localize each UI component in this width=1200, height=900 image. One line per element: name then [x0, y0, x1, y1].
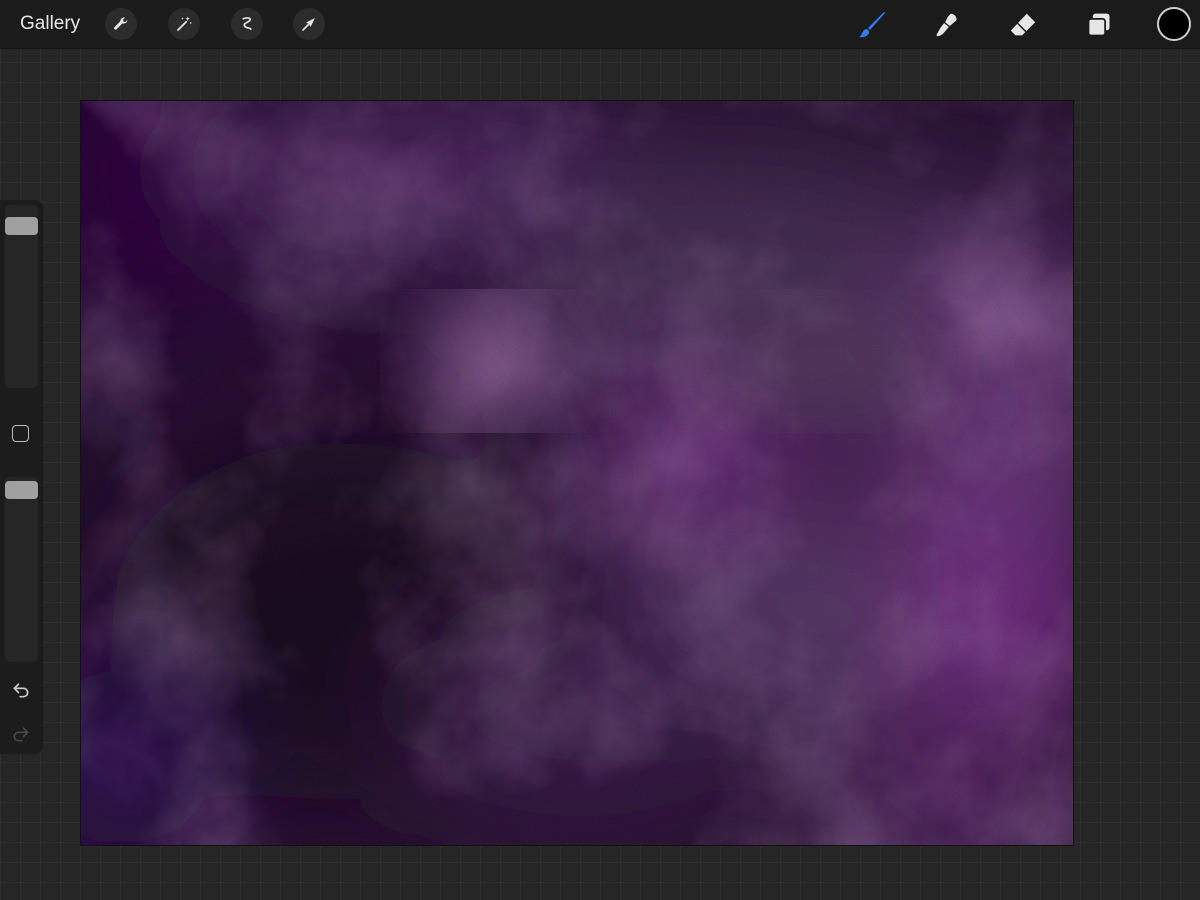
layers-icon[interactable]	[1082, 8, 1116, 42]
actions-wrench-icon[interactable]	[105, 8, 137, 40]
brush-size-slider[interactable]	[5, 205, 38, 388]
adjustments-magic-wand-icon[interactable]	[168, 8, 200, 40]
selection-icon[interactable]	[231, 8, 263, 40]
undo-icon[interactable]	[10, 679, 32, 701]
drawing-canvas[interactable]	[81, 101, 1073, 845]
modify-square-icon[interactable]	[12, 425, 29, 442]
redo-icon[interactable]	[10, 723, 32, 745]
brush-opacity-slider[interactable]	[5, 477, 38, 662]
brush-opacity-thumb[interactable]	[5, 481, 38, 499]
top-toolbar: Gallery	[0, 0, 1200, 49]
eraser-icon[interactable]	[1006, 8, 1040, 42]
transform-arrow-icon[interactable]	[293, 8, 325, 40]
nebula-artwork	[81, 101, 1073, 845]
brush-icon[interactable]	[855, 8, 889, 42]
color-swatch[interactable]	[1157, 7, 1191, 41]
brush-sidebar	[0, 200, 43, 754]
gallery-button[interactable]: Gallery	[20, 12, 80, 36]
brush-size-thumb[interactable]	[5, 216, 38, 235]
smudge-icon[interactable]	[930, 8, 964, 42]
